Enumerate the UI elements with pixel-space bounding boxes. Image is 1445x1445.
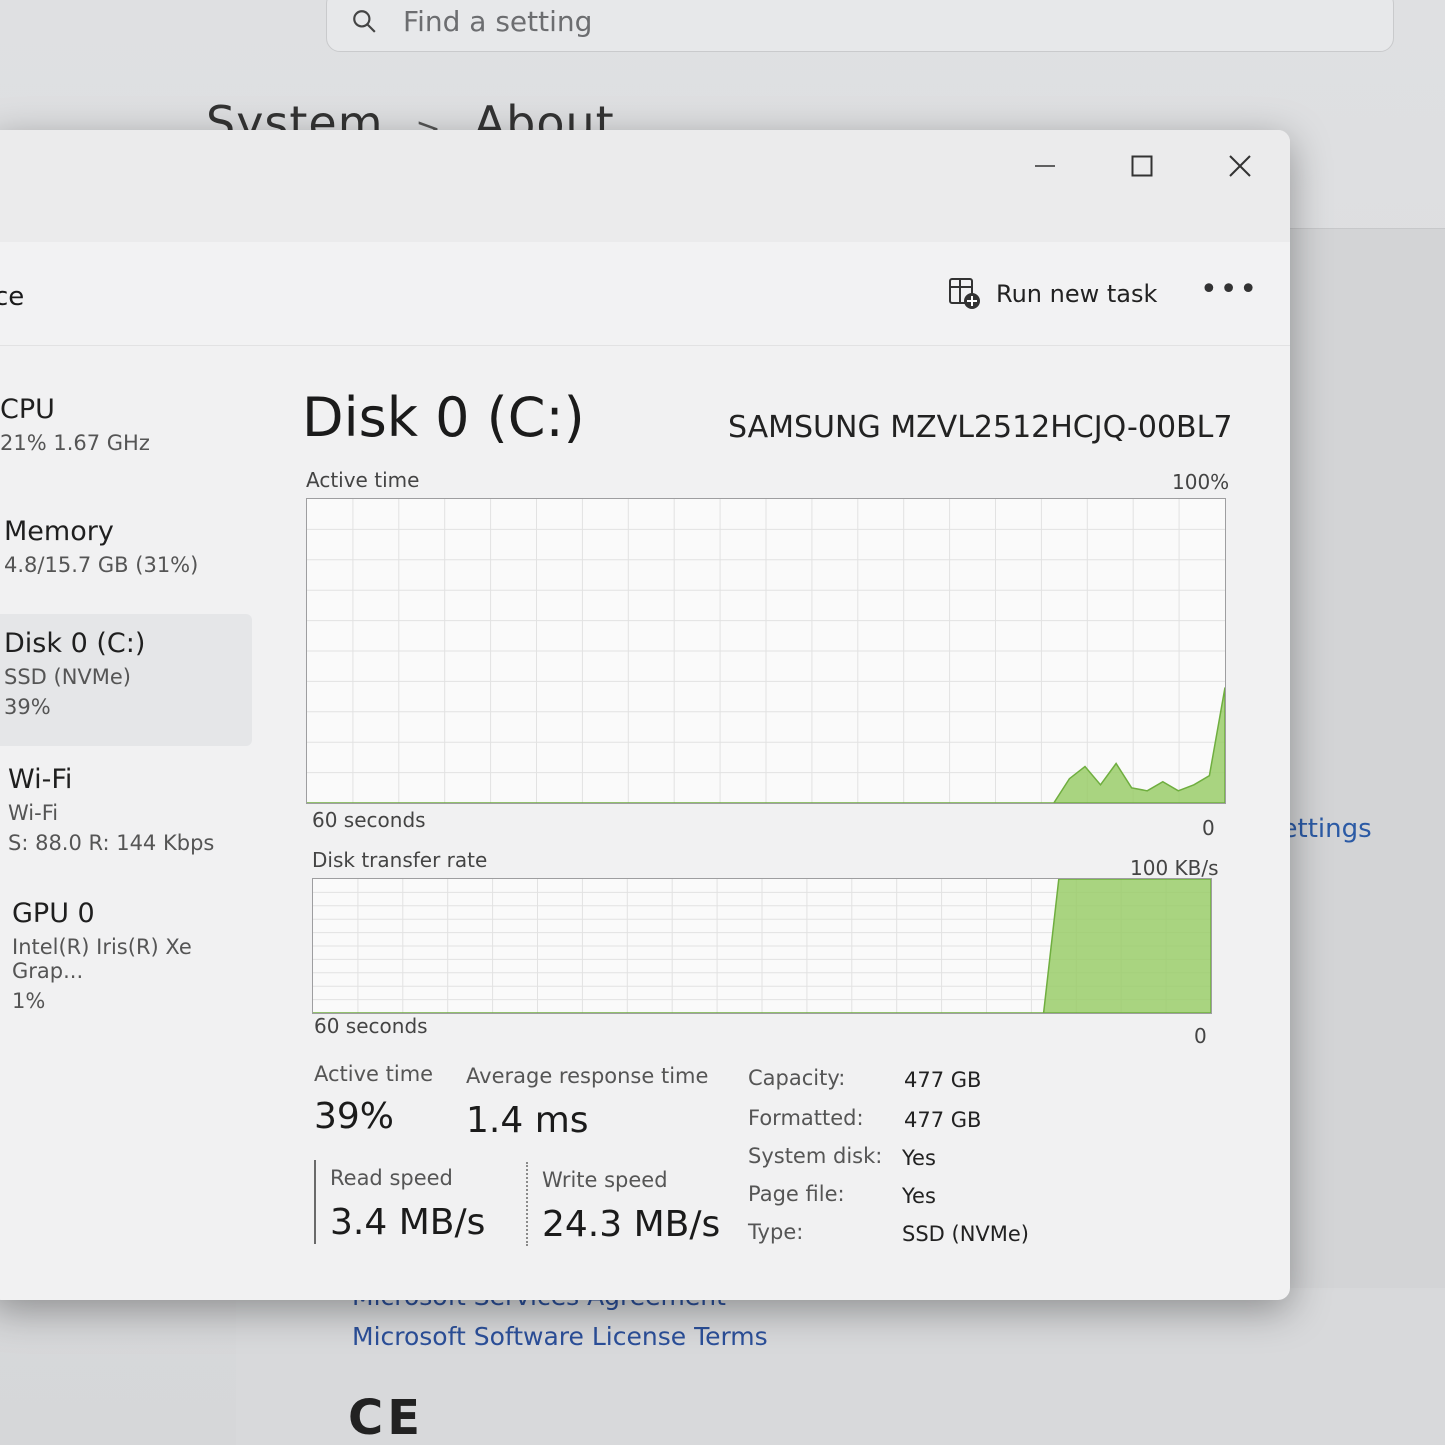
transfer-rate-chart-min: 0 (1194, 1024, 1207, 1048)
avg-response-label: Average response time (466, 1064, 709, 1088)
formatted-value: 477 GB (904, 1108, 982, 1132)
sidebar-item-detail: Intel(R) Iris(R) Xe Grap... (12, 935, 192, 983)
read-speed-value: 3.4 MB/s (330, 1202, 486, 1243)
sidebar-item-label: Memory (4, 516, 114, 547)
write-speed-value: 24.3 MB/s (542, 1204, 721, 1245)
type-key: Type: (748, 1220, 804, 1244)
read-speed-divider (314, 1160, 316, 1244)
write-speed-label: Write speed (542, 1168, 668, 1192)
task-manager-window: ce Run new task ••• CPU 21% 1.67 GHz Mem… (0, 130, 1290, 1300)
type-value: SSD (NVMe) (902, 1222, 1030, 1246)
run-new-task-label: Run new task (996, 280, 1158, 308)
sidebar-item-usage: 39% (4, 695, 51, 719)
sidebar-item-wifi[interactable]: Wi-Fi Wi-Fi S: 88.0 R: 144 Kbps (0, 764, 256, 855)
settings-side-panel (1286, 228, 1445, 1288)
page-title: ce (0, 282, 25, 312)
avg-response-value: 1.4 ms (466, 1100, 589, 1141)
close-button[interactable] (1210, 146, 1270, 186)
sidebar-item-usage: 1% (12, 989, 46, 1013)
formatted-key: Formatted: (748, 1106, 864, 1130)
sidebar-item-detail: SSD (NVMe) (4, 665, 132, 689)
page-file-key: Page file: (748, 1182, 845, 1206)
sidebar-item-usage: S: 88.0 R: 144 Kbps (8, 831, 215, 855)
transfer-rate-chart-svg (313, 879, 1211, 1013)
active-time-stat-value: 39% (314, 1096, 395, 1137)
active-time-chart-x-label: 60 seconds (312, 808, 426, 832)
sidebar-item-disk[interactable]: Disk 0 (C:) SSD (NVMe) 39% (0, 614, 252, 746)
transfer-rate-chart (312, 878, 1212, 1014)
transfer-rate-chart-label: Disk transfer rate (312, 848, 488, 872)
maximize-icon (1131, 155, 1153, 177)
read-speed-label: Read speed (330, 1166, 453, 1190)
minimize-button[interactable] (1015, 146, 1075, 186)
ce-mark-logo: CE (348, 1390, 425, 1445)
search-placeholder: Find a setting (403, 4, 593, 38)
sidebar-item-cpu[interactable]: CPU 21% 1.67 GHz (0, 394, 248, 455)
sidebar-item-label: CPU (0, 394, 55, 425)
page-file-value: Yes (902, 1184, 936, 1208)
capacity-value: 477 GB (904, 1068, 982, 1092)
sidebar-item-memory[interactable]: Memory 4.8/15.7 GB (31%) (0, 516, 252, 577)
active-time-chart (306, 498, 1226, 804)
active-time-chart-max: 100% (1172, 470, 1230, 494)
sidebar-item-label: Disk 0 (C:) (4, 628, 146, 659)
transfer-rate-chart-max: 100 KB/s (1130, 856, 1219, 880)
sidebar-item-detail: 4.8/15.7 GB (31%) (4, 553, 199, 577)
license-terms-link[interactable]: Microsoft Software License Terms (352, 1322, 768, 1351)
toolbar: ce Run new task ••• (0, 242, 1290, 346)
search-icon (353, 10, 376, 33)
sidebar-item-label: GPU 0 (12, 898, 95, 929)
write-speed-divider (526, 1162, 528, 1246)
sidebar-item-gpu[interactable]: GPU 0 Intel(R) Iris(R) Xe Grap... 1% (2, 898, 260, 1013)
disk-model: SAMSUNG MZVL2512HCJQ-00BL7 (728, 410, 1233, 445)
run-task-icon (949, 278, 980, 309)
sidebar-item-detail: Wi-Fi (8, 801, 59, 825)
performance-sidebar: CPU 21% 1.67 GHz Memory 4.8/15.7 GB (31%… (0, 346, 252, 1296)
capacity-key: Capacity: (748, 1066, 846, 1090)
system-disk-key: System disk: (748, 1144, 883, 1168)
active-time-chart-svg (307, 499, 1225, 803)
transfer-rate-chart-x-label: 60 seconds (314, 1014, 428, 1038)
system-disk-value: Yes (902, 1146, 936, 1170)
title-bar[interactable] (0, 130, 1290, 242)
settings-search-input[interactable]: Find a setting (326, 0, 1394, 52)
disk-title: Disk 0 (C:) (302, 386, 585, 449)
maximize-button[interactable] (1112, 146, 1172, 186)
more-options-button[interactable]: ••• (1200, 272, 1259, 307)
active-time-chart-min: 0 (1202, 816, 1215, 840)
sidebar-item-detail: 21% 1.67 GHz (0, 431, 150, 455)
sidebar-item-label: Wi-Fi (8, 764, 73, 795)
active-time-chart-label: Active time (306, 468, 420, 492)
close-icon (1229, 155, 1251, 177)
minimize-icon (1035, 165, 1055, 167)
run-new-task-button[interactable]: Run new task (948, 277, 1157, 311)
active-time-stat-label: Active time (314, 1062, 434, 1086)
